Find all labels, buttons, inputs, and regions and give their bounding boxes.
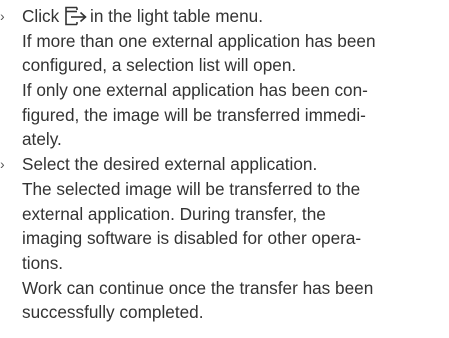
- step-1-result-line: ately.: [22, 129, 62, 150]
- step-1-text-before-icon: Click: [22, 6, 60, 26]
- step-bullet: ›: [0, 8, 5, 24]
- step-2-result-line: The selected image will be transferred t…: [22, 178, 361, 199]
- step-2: › Select the desired external application…: [0, 152, 449, 177]
- step-2-result-line: tions.: [22, 252, 64, 273]
- step-bullet: ›: [0, 156, 5, 173]
- step-1-text-after-icon: in the light table menu.: [90, 6, 263, 26]
- transfer-to-external-app-icon: [64, 6, 88, 26]
- step-1-result-line: If more than one external application ha…: [22, 30, 376, 51]
- step-1: › Click in the light table menu.: [0, 4, 449, 29]
- step-2-result-line: external application. During transfer, t…: [22, 203, 326, 224]
- step-1-result-line: figured, the image will be transferred i…: [22, 104, 366, 125]
- step-1-result-line: configured, a selection list will open.: [22, 55, 297, 76]
- step-1-result-line: If only one external application has bee…: [22, 80, 368, 101]
- step-2-result-line: imaging software is disabled for other o…: [22, 228, 362, 249]
- step-2-result-line: successfully completed.: [22, 302, 204, 323]
- step-2-instruction: Select the desired external application.: [22, 154, 318, 175]
- instruction-text: › Click in the light table menu. If more …: [0, 4, 449, 325]
- step-2-result-line: Work can continue once the transfer has …: [22, 277, 374, 298]
